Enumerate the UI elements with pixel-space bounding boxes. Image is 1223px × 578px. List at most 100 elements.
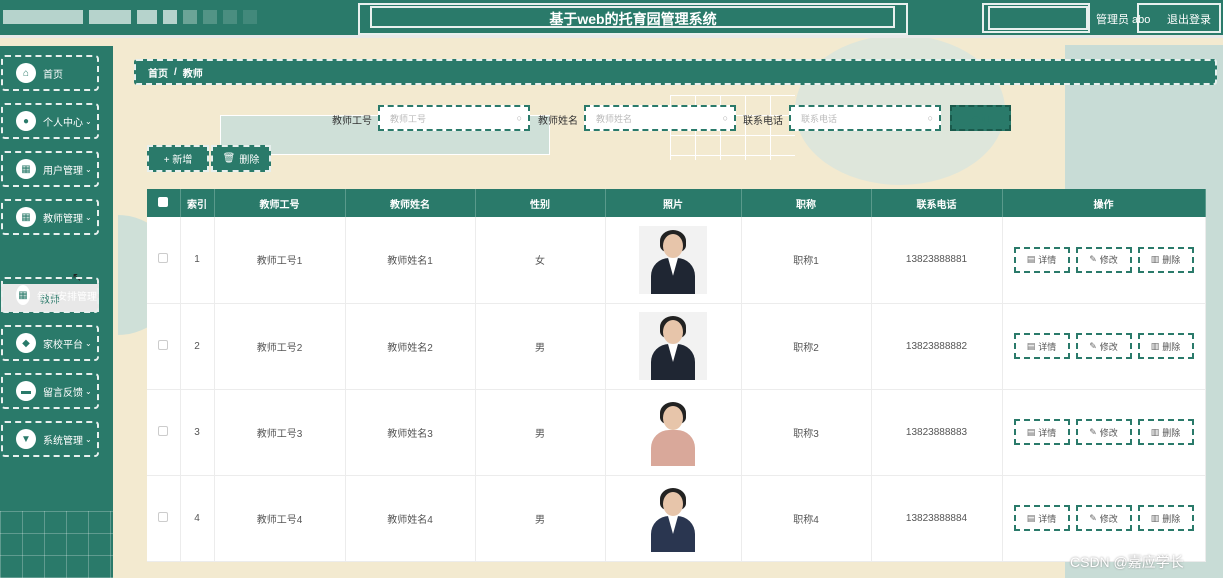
logo-placeholder — [89, 10, 131, 24]
location-icon: ◆ — [16, 333, 36, 353]
table-row: 3 教师工号3 教师姓名3 男 职称3 13823888883 ▤ 详情 ✎ 修改 … — [147, 389, 1206, 476]
row-checkbox[interactable] — [147, 389, 181, 476]
column-header: 教师姓名 — [345, 189, 476, 217]
teacher-photo — [639, 225, 707, 294]
pencil-icon: ✎ — [1089, 426, 1097, 437]
column-header: 教师工号 — [214, 189, 346, 217]
grid-icon: ▦ — [16, 207, 36, 227]
search-icon: ○ — [516, 113, 522, 123]
detail-button[interactable]: ▤ 详情 — [1013, 505, 1070, 531]
query-button[interactable]: 查询 — [950, 105, 1011, 131]
detail-button[interactable]: ▤ 详情 — [1013, 419, 1070, 445]
user-icon: ● — [16, 111, 36, 131]
sidebar-item-label: 教师管理 — [43, 213, 83, 225]
cell-title: 职称4 — [741, 475, 872, 562]
delete-label: 删除 — [1162, 427, 1181, 438]
cell-gender: 男 — [475, 475, 606, 562]
column-header: 操作 — [1002, 189, 1206, 217]
cell-photo — [605, 389, 742, 476]
row-checkbox[interactable] — [147, 217, 181, 304]
cell-ops: ▤ 详情 ✎ 修改 ▥ 删除 — [1002, 475, 1206, 562]
edit-button[interactable]: ✎ 修改 — [1075, 246, 1132, 273]
teacher-id-search-input[interactable]: 教师工号 ○ — [378, 105, 530, 131]
phone-search-input[interactable]: 联系电话 ○ — [789, 105, 941, 131]
cell-ops: ▤ 详情 ✎ 修改 ▥ 删除 — [1002, 389, 1206, 476]
cell-index: 4 — [180, 475, 215, 562]
detail-button[interactable]: ▤ 详情 — [1013, 246, 1070, 273]
grid-icon: ▦ — [16, 159, 36, 179]
teacher-table: 索引 教师工号 教师姓名 性别 照片 职称 联系电话 操作 1 教师工号1 教师… — [147, 189, 1206, 562]
cell-photo — [605, 217, 742, 304]
user-label: 管理员 abo — [1096, 14, 1151, 26]
detail-button[interactable]: ▤ 详情 — [1013, 333, 1070, 359]
trash-icon: ▥ — [1150, 512, 1160, 523]
column-header: 职称 — [741, 189, 872, 217]
sidebar-item-label: 每日安排管理 — [37, 291, 97, 303]
logo-placeholder — [163, 10, 177, 24]
search-placeholder: 教师姓名 — [596, 113, 633, 124]
cell-title: 职称2 — [741, 303, 872, 390]
chevron-down-icon: ⌄ — [85, 338, 92, 348]
logo-placeholder — [137, 10, 157, 24]
search-icon: ○ — [722, 113, 728, 123]
sidebar-item-teachers[interactable]: ▦ 教师管理 ⌄ — [1, 199, 99, 235]
pencil-icon: ✎ — [1089, 512, 1097, 523]
breadcrumb-current: 教师 — [182, 68, 203, 80]
edit-label: 修改 — [1099, 255, 1118, 266]
breadcrumb-home[interactable]: 首页 — [148, 65, 168, 80]
sidebar-item-daily-schedule[interactable]: ▦ 每日安排管理 — [1, 277, 99, 313]
sidebar-item-home[interactable]: ⌂ 首页 — [1, 55, 99, 91]
column-header: 联系电话 — [871, 189, 1003, 217]
delete-button[interactable]: ▥ 删除 — [1137, 246, 1194, 273]
cell-phone: 13823888881 — [871, 217, 1003, 304]
chevron-down-icon: ⌄ — [85, 386, 92, 396]
row-checkbox[interactable] — [147, 303, 181, 390]
cell-gender: 女 — [475, 217, 606, 304]
cell-teacher-id: 教师工号2 — [214, 303, 346, 390]
checkbox-icon — [158, 339, 169, 350]
teacher-name-search-input[interactable]: 教师姓名 ○ — [584, 105, 736, 131]
pencil-icon: ✎ — [1089, 254, 1097, 265]
batch-delete-label: 删除 — [239, 155, 260, 166]
sidebar: ⌂ 首页 ● 个人中心 ⌄ ▦ 用户管理 ⌄ ▦ 教师管理 ⌄ ↖ 教师 ▦ 每… — [0, 46, 113, 578]
delete-button[interactable]: ▥ 删除 — [1137, 333, 1194, 359]
select-all-checkbox[interactable] — [147, 189, 181, 217]
edit-button[interactable]: ✎ 修改 — [1075, 505, 1132, 531]
cell-index: 1 — [180, 217, 215, 304]
delete-label: 删除 — [1162, 255, 1181, 266]
document-icon: ▤ — [1026, 512, 1036, 523]
edit-button[interactable]: ✎ 修改 — [1075, 419, 1132, 445]
row-checkbox[interactable] — [147, 475, 181, 562]
cell-ops: ▤ 详情 ✎ 修改 ▥ 删除 — [1002, 303, 1206, 390]
logout-button[interactable]: 退出登录 — [1167, 11, 1211, 27]
sidebar-item-users[interactable]: ▦ 用户管理 ⌄ — [1, 151, 99, 187]
sidebar-item-system[interactable]: ▼ 系统管理 ⌄ — [1, 421, 99, 457]
sidebar-item-feedback[interactable]: ▬ 留言反馈 ⌄ — [1, 373, 99, 409]
document-icon: ▤ — [1026, 426, 1036, 437]
sidebar-item-home-school[interactable]: ◆ 家校平台 ⌄ — [1, 325, 99, 361]
chevron-down-icon: ⌄ — [85, 164, 92, 174]
delete-button[interactable]: ▥ 删除 — [1137, 419, 1194, 445]
logo-placeholder — [243, 10, 257, 24]
edit-label: 修改 — [1099, 341, 1118, 352]
cell-photo — [605, 475, 742, 562]
cell-teacher-name: 教师姓名2 — [345, 303, 476, 390]
trash-icon: ▥ — [1150, 426, 1160, 437]
sidebar-item-profile[interactable]: ● 个人中心 ⌄ — [1, 103, 99, 139]
add-button[interactable]: + 新增 — [147, 145, 209, 172]
cell-phone: 13823888883 — [871, 389, 1003, 476]
home-icon: ⌂ — [16, 63, 36, 83]
checkbox-icon — [158, 196, 169, 207]
search-label-teacher-id: 教师工号 — [332, 116, 372, 127]
cell-index: 3 — [180, 389, 215, 476]
delete-button[interactable]: ▥ 删除 — [1137, 505, 1194, 531]
trash-icon: 🗑 — [222, 153, 236, 164]
checkbox-icon — [158, 253, 169, 264]
user-frame — [988, 6, 1088, 30]
cell-gender: 男 — [475, 303, 606, 390]
chevron-down-icon: ⌄ — [85, 116, 92, 126]
search-label-teacher-name: 教师姓名 — [538, 116, 578, 127]
edit-button[interactable]: ✎ 修改 — [1075, 333, 1132, 359]
column-header: 照片 — [605, 189, 742, 217]
batch-delete-button[interactable]: 🗑 删除 — [211, 145, 271, 172]
